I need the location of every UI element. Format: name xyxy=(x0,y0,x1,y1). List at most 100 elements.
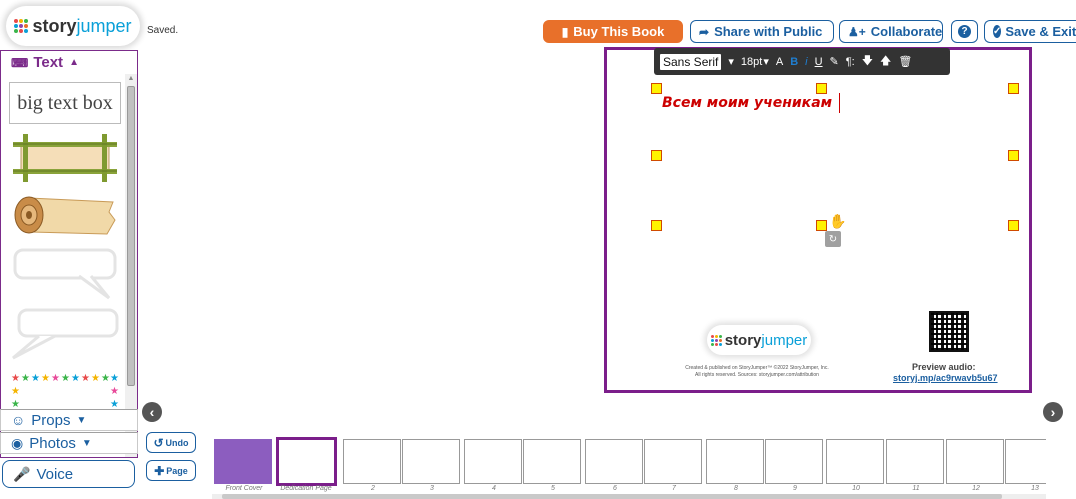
text-format-toolbar: Sans Serif ▾ 18pt ▾ A B i U ✎ ¶: 🡇 🡅 🗑 xyxy=(654,48,950,75)
book-icon: ▮ xyxy=(561,24,569,39)
thumbnail-label: 3 xyxy=(430,485,434,492)
resize-handle-top-center[interactable] xyxy=(816,83,827,94)
template-list-scrollbar[interactable]: ▲ ▼ xyxy=(125,74,137,457)
send-backward-icon[interactable]: 🡇 xyxy=(862,52,873,71)
thumbnail-page[interactable] xyxy=(585,439,643,484)
svg-text:★: ★ xyxy=(110,373,119,384)
page-thumbnail-strip: Front Cover Dedication Page 2 3 4 5 6 7 8 9 10 11 12… xyxy=(212,437,1046,499)
help-button[interactable]: ? xyxy=(951,20,978,43)
keyboard-icon: ⌨ xyxy=(11,55,29,70)
size-dropdown-caret-icon[interactable]: ▾ xyxy=(763,55,769,68)
hand-pointer-icon: ✋ xyxy=(829,213,847,229)
page-text-box[interactable]: Всем моим ученикам xyxy=(662,95,832,111)
thumbnail-page[interactable] xyxy=(765,439,823,484)
speech-bubble-left-template[interactable] xyxy=(9,306,121,362)
resize-handle-mid-right-upper[interactable] xyxy=(1008,150,1019,161)
check-circle-icon: ✓ xyxy=(993,25,1002,38)
logo-dots-icon xyxy=(710,334,722,346)
resize-handle-bottom-left[interactable] xyxy=(651,220,662,231)
props-panel-toggle[interactable]: ☺ Props ▼ xyxy=(0,409,138,431)
underline-icon[interactable]: U xyxy=(815,56,823,68)
parchment-scroll-template[interactable] xyxy=(9,188,121,240)
voice-button[interactable]: 🎤 Voice xyxy=(2,460,135,488)
scroll-up-arrow-icon[interactable]: ▲ xyxy=(125,75,137,82)
thumbnail-page[interactable] xyxy=(523,439,581,484)
thumbnail-label: 6 xyxy=(613,485,617,492)
text-panel-header[interactable]: ⌨ Text ▲ xyxy=(0,50,138,74)
thumbnail-label: 5 xyxy=(551,485,555,492)
undo-button[interactable]: ↺ Undo xyxy=(146,432,196,453)
preview-audio-label: Preview audio: xyxy=(912,362,976,372)
highlight-pen-icon[interactable]: ✎ xyxy=(830,55,839,68)
text-template-list: big text box ★ ★ ★ ★ ★ ★ ★ ★ ★ ★ ★ ★ ★ ★… xyxy=(0,74,138,458)
thumbnail-page[interactable] xyxy=(826,439,884,484)
add-page-button[interactable]: ✚ Page xyxy=(146,460,196,481)
svg-text:★: ★ xyxy=(101,373,110,384)
bring-forward-icon[interactable]: 🡅 xyxy=(880,52,891,71)
left-sidebar: ⌨ Text ▲ big text box ★ ★ ★ ★ ★ ★ ★ ★ ★ … xyxy=(0,50,138,499)
svg-text:★: ★ xyxy=(31,373,40,384)
svg-text:★: ★ xyxy=(110,386,119,397)
thumbnail-page[interactable] xyxy=(1005,439,1046,484)
big-text-box-template[interactable]: big text box xyxy=(9,82,121,124)
share-public-button[interactable]: ➦ Share with Public xyxy=(690,20,834,43)
resize-handle-bottom-right[interactable] xyxy=(1008,220,1019,231)
trash-icon[interactable]: 🗑 xyxy=(898,55,912,68)
photos-panel-toggle[interactable]: ◉ Photos ▼ xyxy=(0,432,138,454)
speech-bubble-template[interactable] xyxy=(9,246,121,302)
page-logo-text-story: story xyxy=(724,331,762,349)
thumbnail-page[interactable] xyxy=(343,439,401,484)
page-storyjumper-logo: story jumper xyxy=(707,325,811,355)
save-exit-button[interactable]: ✓ Save & Exit xyxy=(984,20,1076,43)
thumbnail-front-cover[interactable] xyxy=(214,439,272,484)
qr-code-icon xyxy=(929,311,969,352)
buy-book-label: Buy This Book xyxy=(573,24,665,39)
thumbnail-label: 11 xyxy=(912,485,920,492)
bamboo-frame-template[interactable] xyxy=(9,132,121,184)
thumbnail-label: Dedication Page xyxy=(280,485,332,492)
resize-handle-top-left[interactable] xyxy=(651,83,662,94)
thumbnail-page[interactable] xyxy=(464,439,522,484)
italic-icon[interactable]: i xyxy=(805,56,807,68)
preview-audio-link[interactable]: storyj.mp/ac9rwavb5u67 xyxy=(893,373,998,383)
collaborate-button[interactable]: ♟+ Collaborate xyxy=(839,20,943,43)
storyjumper-logo[interactable]: story jumper xyxy=(6,6,140,46)
caret-down-icon: ▼ xyxy=(81,437,92,449)
thumbnail-page[interactable] xyxy=(886,439,944,484)
thumbnail-page[interactable] xyxy=(402,439,460,484)
svg-text:★: ★ xyxy=(71,373,80,384)
thumbnail-dedication-page[interactable] xyxy=(276,437,337,486)
font-dropdown-caret-icon[interactable]: ▾ xyxy=(728,55,734,68)
font-size-select[interactable]: 18pt xyxy=(741,56,762,68)
thumbnail-page[interactable] xyxy=(946,439,1004,484)
share-arrow-icon: ➦ xyxy=(699,24,710,39)
caret-down-icon: ▼ xyxy=(76,414,87,426)
rotate-handle-icon[interactable]: ↻ xyxy=(825,231,841,247)
previous-page-arrow-icon[interactable]: ‹ xyxy=(142,402,162,422)
text-panel-title: Text xyxy=(33,54,64,71)
camera-icon: ◉ xyxy=(11,434,24,451)
scrollbar-thumb[interactable] xyxy=(127,86,135,386)
thumbnail-label: 2 xyxy=(371,485,375,492)
bold-icon[interactable]: B xyxy=(790,56,798,68)
thumbnail-scrollbar-thumb[interactable] xyxy=(222,494,1002,499)
font-family-select[interactable]: Sans Serif xyxy=(660,53,722,70)
page-logo-text-jumper: jumper xyxy=(761,331,808,349)
thumbnail-page[interactable] xyxy=(706,439,764,484)
text-cursor xyxy=(839,93,840,113)
svg-text:★: ★ xyxy=(51,373,60,384)
next-page-arrow-icon[interactable]: › xyxy=(1043,402,1063,422)
buy-book-button[interactable]: ▮ Buy This Book xyxy=(543,20,683,43)
credit-line-2: All rights reserved. Sources: storyjumpe… xyxy=(695,372,819,378)
help-icon: ? xyxy=(958,25,971,38)
resize-handle-bottom-center[interactable] xyxy=(816,220,827,231)
svg-text:★: ★ xyxy=(91,373,100,384)
resize-handle-top-right[interactable] xyxy=(1008,83,1019,94)
copyright-credit: Created & published on StoryJumper™ ©202… xyxy=(662,365,852,379)
resize-handle-mid-left-upper[interactable] xyxy=(651,150,662,161)
save-status: Saved. xyxy=(147,25,179,36)
paragraph-icon[interactable]: ¶: xyxy=(846,56,855,68)
text-color-icon[interactable]: A xyxy=(776,56,783,68)
thumbnail-scrollbar[interactable] xyxy=(212,494,1046,499)
thumbnail-page[interactable] xyxy=(644,439,702,484)
